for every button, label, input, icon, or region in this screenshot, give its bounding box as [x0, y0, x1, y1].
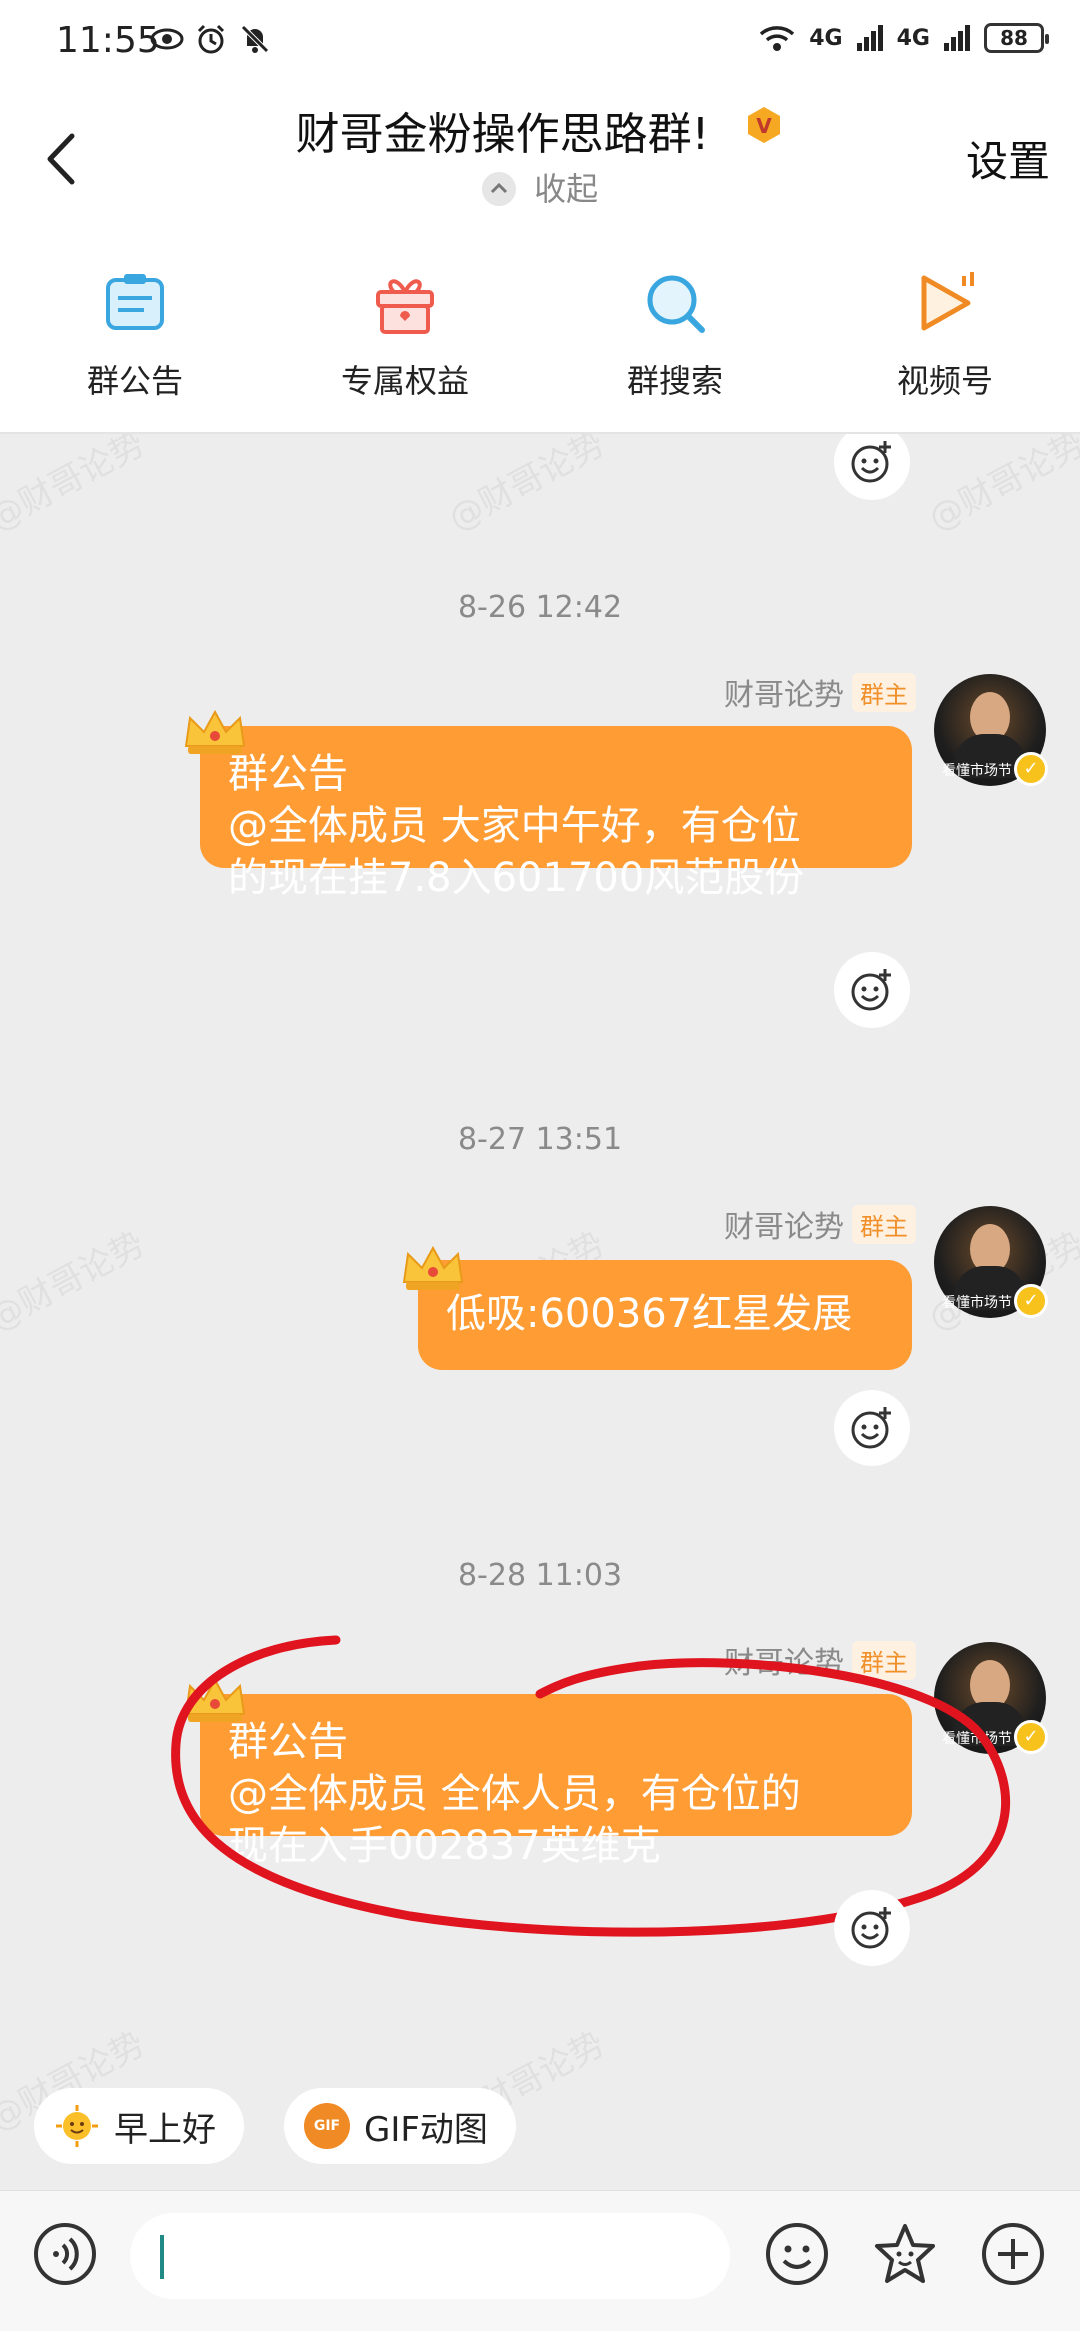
gif-icon: GIF	[304, 2103, 350, 2149]
quick-reply-morning[interactable]: 早上好	[34, 2088, 244, 2164]
add-reaction-button[interactable]	[834, 1390, 910, 1466]
emoji-plus-icon	[851, 1907, 891, 1949]
bubble-line: 低吸:600367红星发展	[446, 1291, 853, 1337]
watermark: @财哥论势	[442, 434, 612, 540]
emoji-plus-icon	[851, 969, 891, 1011]
message-timestamp: 8-26 12:42	[457, 590, 623, 625]
watermark: @财哥论势	[0, 434, 152, 540]
add-reaction-button[interactable]	[834, 434, 910, 500]
video-channel-icon	[921, 272, 974, 331]
emoji-icon[interactable]	[764, 2221, 830, 2287]
title-row: 财哥金粉操作思路群! V	[0, 98, 1080, 162]
tool-label: 视频号	[896, 362, 993, 400]
sender-name: 财哥论势	[724, 1210, 844, 1245]
collapse-label: 收起	[534, 170, 599, 208]
settings-button[interactable]: 设置	[966, 128, 1050, 189]
add-more-icon[interactable]	[980, 2221, 1046, 2287]
status-icons-left	[150, 22, 272, 56]
avatar-caption: 看懂市场节	[942, 763, 1012, 779]
mute-bell-icon	[241, 25, 269, 53]
gift-icon	[376, 279, 434, 334]
add-reaction-button[interactable]	[834, 1890, 910, 1966]
message-input[interactable]	[130, 2213, 730, 2299]
tool-exclusive-benefits[interactable]: 专属权益	[270, 234, 540, 432]
emoji-plus-icon	[851, 441, 891, 483]
message-bubble[interactable]: 低吸:600367红星发展	[418, 1260, 912, 1370]
status-icons-right: 4G 4G 88	[757, 22, 1049, 54]
voice-input-icon[interactable]	[32, 2221, 98, 2287]
message-timestamp: 8-27 13:51	[457, 1122, 623, 1157]
crown-icon	[402, 1245, 464, 1290]
crown-icon	[184, 709, 246, 754]
vip-badge-icon: V	[748, 107, 781, 143]
sender-name: 财哥论势	[724, 678, 844, 713]
avatar[interactable]: 看懂市场节 ✓	[934, 1206, 1048, 1318]
announcement-icon	[106, 274, 164, 330]
message-bubble[interactable]: 群公告 @全体成员 大家中午好，有仓位 的现在挂7.8入601700风范股份	[200, 726, 912, 901]
search-icon	[647, 275, 705, 333]
signal-label-1: 4G	[809, 25, 843, 51]
group-toolbar: 群公告 专属权益 群搜索 视频号	[0, 234, 1080, 434]
collapse-toggle[interactable]: 收起	[0, 164, 1080, 210]
message-timestamp: 8-28 11:03	[457, 1558, 623, 1593]
bubble-line: @全体成员 大家中午好，有仓位	[228, 803, 801, 849]
status-bar: 11:55 4G 4G 88	[0, 0, 1080, 84]
wifi-icon	[760, 26, 795, 51]
eye-icon	[150, 28, 184, 50]
quick-reply-label: GIF动图	[364, 2109, 488, 2150]
input-bar	[0, 2190, 1080, 2331]
emoji-plus-icon	[851, 1407, 891, 1449]
avatar[interactable]: 看懂市场节 ✓	[934, 674, 1048, 786]
sticker-star-icon[interactable]	[872, 2221, 938, 2287]
chat-header: 财哥金粉操作思路群! V 收起 设置	[0, 84, 1080, 234]
tool-announcement[interactable]: 群公告	[0, 234, 270, 432]
add-reaction-button[interactable]	[834, 952, 910, 1028]
signal-bars-icon-1	[856, 25, 883, 51]
tool-group-search[interactable]: 群搜索	[540, 234, 810, 432]
tool-label: 专属权益	[340, 362, 469, 400]
verified-badge-icon: ✓	[1014, 1284, 1048, 1318]
alarm-icon	[197, 24, 225, 54]
chat-area[interactable]: @财哥论势 @财哥论势 @财哥论势 @财哥论势 @财哥论势 @财哥论势 @财哥论…	[0, 434, 1080, 2184]
chevron-up-icon	[481, 172, 516, 206]
bubble-line: 群公告	[228, 751, 348, 797]
vip-badge-letter: V	[757, 114, 773, 138]
signal-bars-icon-2	[944, 25, 970, 51]
owner-badge: 群主	[852, 672, 916, 712]
verified-badge-icon: ✓	[1014, 752, 1048, 786]
status-time: 11:55	[56, 20, 160, 61]
red-annotation-circle	[171, 1635, 1010, 1937]
watermark: @财哥论势	[0, 1224, 152, 1340]
signal-label-2: 4G	[896, 25, 930, 51]
bubble-line: 的现在挂7.8入601700风范股份	[228, 855, 805, 901]
owner-badge: 群主	[852, 1204, 916, 1244]
tool-label: 群搜索	[626, 362, 723, 400]
tool-label: 群公告	[86, 362, 183, 400]
watermark: @财哥论势	[922, 434, 1080, 540]
group-title: 财哥金粉操作思路群!	[295, 109, 710, 160]
quick-reply-label: 早上好	[114, 2109, 216, 2150]
tool-video-channel[interactable]: 视频号	[810, 234, 1080, 432]
quick-reply-gif[interactable]: GIF GIF动图	[284, 2088, 516, 2164]
message-sender: 财哥论势 群主	[724, 670, 916, 714]
avatar-caption: 看懂市场节	[942, 1295, 1012, 1311]
battery-indicator: 88	[984, 23, 1049, 53]
message-sender: 财哥论势 群主	[724, 1202, 916, 1246]
text-cursor	[160, 2235, 164, 2279]
sun-emoji-icon	[56, 2105, 98, 2147]
